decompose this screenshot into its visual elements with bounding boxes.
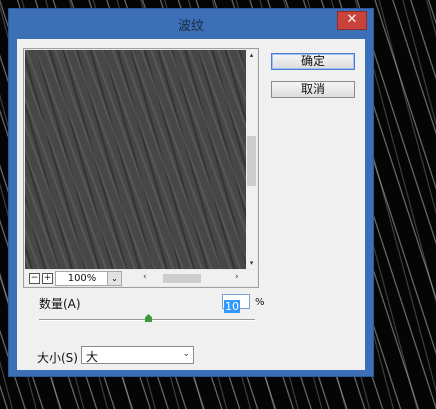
zoom-out-icon[interactable]: − (29, 273, 40, 284)
amount-slider-thumb[interactable] (145, 314, 152, 322)
ripple-dialog: 波纹 ✕ ▴ ▾ − + 100% ⌄ ‹ › 确定 取消 数量(A) 10 %… (8, 8, 374, 377)
preview-frame: ▴ ▾ − + 100% ⌄ ‹ › (23, 48, 259, 288)
scroll-down-icon[interactable]: ▾ (246, 258, 257, 269)
zoom-dropdown-icon[interactable]: ⌄ (107, 271, 122, 286)
dialog-client: ▴ ▾ − + 100% ⌄ ‹ › 确定 取消 数量(A) 10 % 大小(S… (17, 39, 365, 370)
size-select[interactable]: 大 ⌄ (81, 346, 194, 364)
amount-input[interactable]: 10 (222, 294, 250, 313)
zoom-level: 100% (55, 271, 109, 286)
scroll-right-icon[interactable]: › (235, 272, 239, 282)
amount-label: 数量(A) (39, 297, 81, 311)
zoom-bar: − + 100% ⌄ ‹ › (25, 270, 257, 286)
window-title: 波纹 (177, 19, 204, 34)
horizontal-scroll-thumb[interactable] (163, 274, 201, 283)
close-button[interactable]: ✕ (337, 11, 367, 30)
scroll-up-icon[interactable]: ▴ (246, 50, 257, 61)
amount-unit: % (255, 297, 265, 308)
size-label: 大小(S) (37, 351, 78, 365)
amount-value: 10 (224, 300, 240, 313)
chevron-down-icon: ⌄ (182, 349, 190, 359)
vertical-scroll-thumb[interactable] (247, 136, 256, 186)
zoom-in-icon[interactable]: + (42, 273, 53, 284)
size-selected-value: 大 (86, 350, 99, 364)
ok-button[interactable]: 确定 (271, 53, 355, 70)
preview-image[interactable] (25, 50, 246, 269)
title-bar[interactable]: 波纹 ✕ (9, 9, 373, 37)
cancel-button[interactable]: 取消 (271, 81, 355, 98)
scroll-left-icon[interactable]: ‹ (143, 272, 147, 282)
preview-vertical-scrollbar[interactable]: ▴ ▾ (246, 50, 257, 269)
